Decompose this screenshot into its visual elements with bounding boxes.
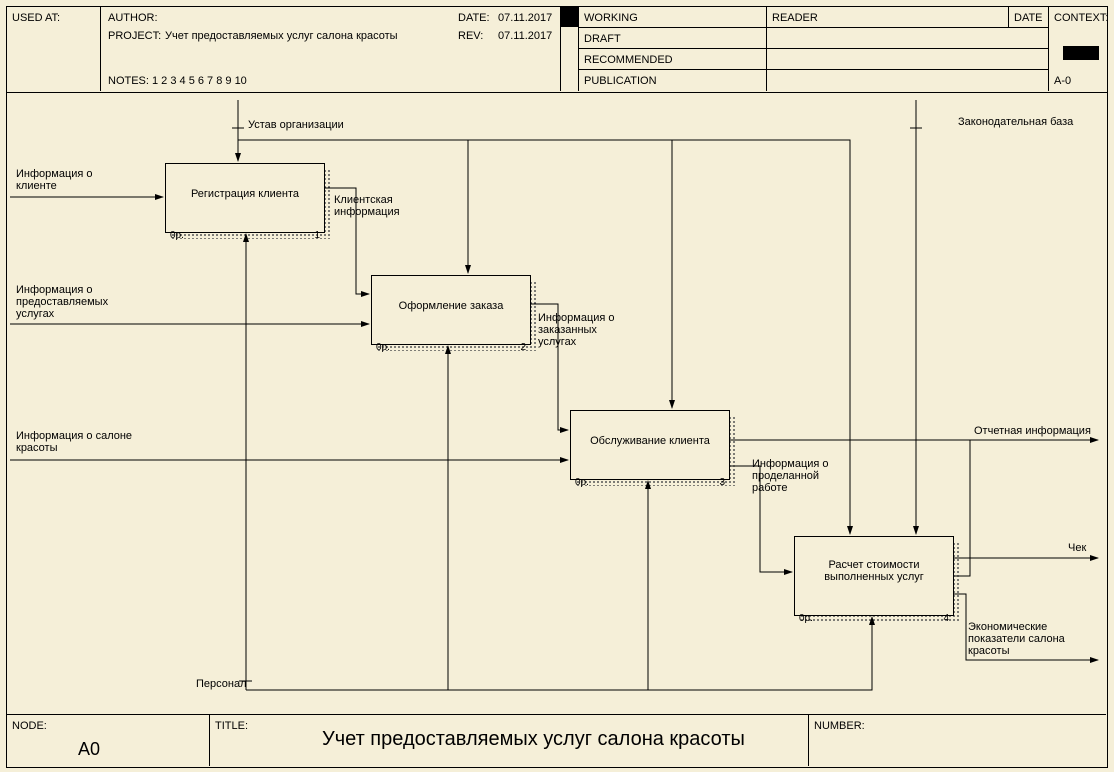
diagram-frame: USED AT: AUTHOR: PROJECT: Учет предостав… [0,0,1114,772]
arrows-svg [0,0,1114,772]
